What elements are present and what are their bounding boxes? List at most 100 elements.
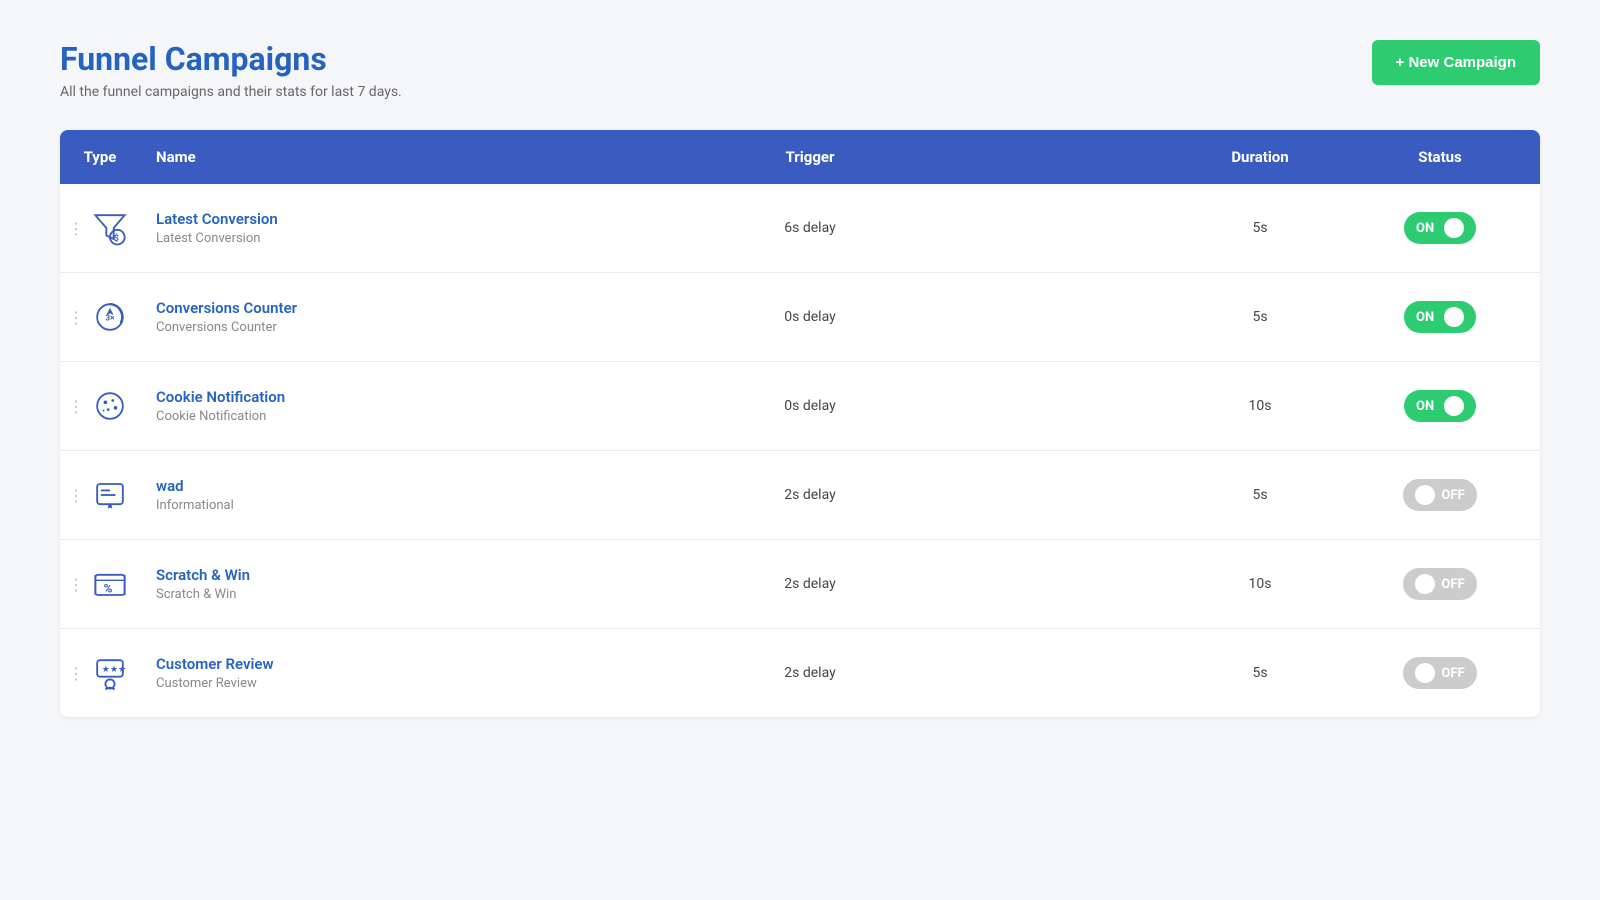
toggle-label: ON [1416, 221, 1434, 236]
col-header-type: Type [60, 130, 140, 184]
toggle-circle [1415, 574, 1435, 594]
status-toggle[interactable]: OFF [1403, 568, 1476, 600]
row-status-cell: ON [1340, 370, 1540, 442]
status-toggle[interactable]: ON [1404, 301, 1476, 333]
campaign-icon-wrapper: $ [88, 204, 132, 252]
status-toggle[interactable]: ON [1404, 390, 1476, 422]
page-title: Funnel Campaigns [60, 40, 402, 78]
campaign-icon-wrapper [88, 471, 132, 519]
table-row: ⋮ wad Informational 2s delay 5s OFF [60, 451, 1540, 540]
campaign-title[interactable]: Scratch & Win [156, 566, 424, 584]
drag-handle-icon[interactable]: ⋮ [68, 664, 82, 683]
toggle-label: OFF [1441, 666, 1464, 681]
row-trigger-cell: 2s delay [440, 467, 1180, 523]
drag-handle-icon[interactable]: ⋮ [68, 575, 82, 594]
drag-handle-icon[interactable]: ⋮ [68, 397, 82, 416]
svg-text:★★★: ★★★ [102, 665, 127, 675]
row-trigger-cell: 2s delay [440, 645, 1180, 701]
toggle-label: ON [1416, 310, 1434, 325]
toggle-label: OFF [1441, 488, 1464, 503]
row-type-cell: ⋮ 3× [60, 273, 140, 361]
campaign-title[interactable]: Customer Review [156, 655, 424, 673]
campaign-icon-wrapper [88, 382, 132, 430]
row-type-cell: ⋮ $ [60, 184, 140, 272]
campaign-icon-wrapper: ★★★ [88, 649, 132, 697]
row-duration-cell: 5s [1180, 289, 1340, 345]
row-name-cell: wad Informational [140, 457, 440, 533]
row-type-cell: ⋮ [60, 451, 140, 539]
row-duration-cell: 5s [1180, 467, 1340, 523]
row-duration-cell: 10s [1180, 378, 1340, 434]
svg-text:3×: 3× [105, 314, 115, 324]
conversions-counter-icon: 3× [88, 295, 132, 339]
svg-text:%: % [104, 581, 113, 595]
toggle-circle [1415, 663, 1435, 683]
row-status-cell: OFF [1340, 637, 1540, 709]
col-header-trigger: Trigger [440, 130, 1180, 184]
toggle-circle [1415, 485, 1435, 505]
campaign-subtitle: Customer Review [156, 676, 424, 691]
customer-review-icon: ★★★ [88, 651, 132, 695]
informational-icon [88, 473, 132, 517]
row-status-cell: ON [1340, 281, 1540, 353]
table-row: ⋮ ★★★ Customer Review Customer Review 2s… [60, 629, 1540, 717]
row-status-cell: ON [1340, 192, 1540, 264]
drag-handle-icon[interactable]: ⋮ [68, 219, 82, 238]
row-name-cell: Scratch & Win Scratch & Win [140, 546, 440, 622]
campaign-subtitle: Conversions Counter [156, 320, 424, 335]
row-duration-cell: 5s [1180, 200, 1340, 256]
row-type-cell: ⋮ % [60, 540, 140, 628]
col-header-status: Status [1340, 130, 1540, 184]
row-status-cell: OFF [1340, 459, 1540, 531]
table-row: ⋮ $ Latest Conversion Latest Conversion … [60, 184, 1540, 273]
cookie-icon [88, 384, 132, 428]
new-campaign-button[interactable]: + New Campaign [1372, 40, 1540, 85]
row-trigger-cell: 6s delay [440, 200, 1180, 256]
status-toggle[interactable]: OFF [1403, 479, 1476, 511]
campaign-subtitle: Latest Conversion [156, 231, 424, 246]
col-header-name: Name [140, 130, 440, 184]
row-type-cell: ⋮ [60, 362, 140, 450]
status-toggle[interactable]: OFF [1403, 657, 1476, 689]
campaign-icon-wrapper: 3× [88, 293, 132, 341]
row-trigger-cell: 0s delay [440, 289, 1180, 345]
col-header-duration: Duration [1180, 130, 1340, 184]
status-toggle[interactable]: ON [1404, 212, 1476, 244]
row-trigger-cell: 2s delay [440, 556, 1180, 612]
row-name-cell: Latest Conversion Latest Conversion [140, 190, 440, 266]
campaign-icon-wrapper: % [88, 560, 132, 608]
campaign-title[interactable]: Conversions Counter [156, 299, 424, 317]
toggle-circle [1444, 307, 1464, 327]
row-duration-cell: 10s [1180, 556, 1340, 612]
campaign-subtitle: Informational [156, 498, 424, 513]
scratch-win-icon: % [88, 562, 132, 606]
campaigns-table: Type Name Trigger Duration Status ⋮ $ La… [60, 130, 1540, 717]
row-name-cell: Cookie Notification Cookie Notification [140, 368, 440, 444]
row-trigger-cell: 0s delay [440, 378, 1180, 434]
svg-text:$: $ [114, 233, 119, 244]
funnel-conversion-icon: $ [88, 206, 132, 250]
drag-handle-icon[interactable]: ⋮ [68, 308, 82, 327]
table-row: ⋮ 3× Conversions Counter Conversions Cou… [60, 273, 1540, 362]
toggle-label: ON [1416, 399, 1434, 414]
row-duration-cell: 5s [1180, 645, 1340, 701]
row-status-cell: OFF [1340, 548, 1540, 620]
campaign-title[interactable]: wad [156, 477, 424, 495]
campaign-subtitle: Cookie Notification [156, 409, 424, 424]
table-row: ⋮ % Scratch & Win Scratch & Win 2s delay… [60, 540, 1540, 629]
toggle-label: OFF [1441, 577, 1464, 592]
drag-handle-icon[interactable]: ⋮ [68, 486, 82, 505]
row-type-cell: ⋮ ★★★ [60, 629, 140, 717]
table-header: Type Name Trigger Duration Status [60, 130, 1540, 184]
page-subtitle: All the funnel campaigns and their stats… [60, 84, 402, 100]
toggle-circle [1444, 218, 1464, 238]
campaign-subtitle: Scratch & Win [156, 587, 424, 602]
toggle-circle [1444, 396, 1464, 416]
row-name-cell: Customer Review Customer Review [140, 635, 440, 711]
page-header: Funnel Campaigns All the funnel campaign… [60, 40, 1540, 100]
campaign-title[interactable]: Cookie Notification [156, 388, 424, 406]
row-name-cell: Conversions Counter Conversions Counter [140, 279, 440, 355]
header-text: Funnel Campaigns All the funnel campaign… [60, 40, 402, 100]
campaign-title[interactable]: Latest Conversion [156, 210, 424, 228]
table-row: ⋮ Cookie Notification Cookie Notificatio… [60, 362, 1540, 451]
